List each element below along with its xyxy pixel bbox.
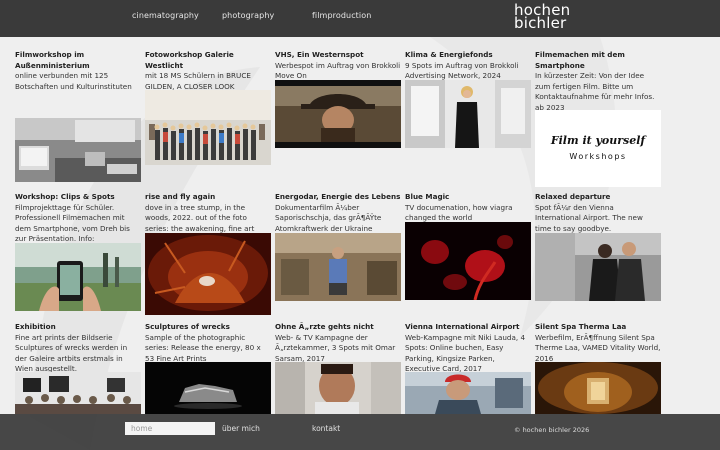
card-title: Workshop: Clips & Spots xyxy=(15,192,115,201)
card-title: Vienna International Airport xyxy=(405,322,520,331)
footer-bar: home über mich kontakt © hochen bichler … xyxy=(0,414,720,450)
card-title: Fotoworkshop Galerie Westlicht xyxy=(145,50,234,70)
thumbnail-westernspot[interactable] xyxy=(275,80,401,148)
card-relaxed-departure[interactable]: Relaxed departure Spot fÃ¼r den Vienna I… xyxy=(535,192,661,234)
card-westernspot[interactable]: VHS, Ein Westernspot Werbespot im Auftra… xyxy=(275,50,401,82)
nav-filmproduction[interactable]: filmproduction xyxy=(312,11,371,20)
card-description: Web-Kampagne mit Niki Lauda, 4 Spots: On… xyxy=(405,332,526,374)
card-description: Fine art prints der Bildserie Sculptures… xyxy=(15,332,128,374)
footer-copyright: © hochen bichler 2026 xyxy=(514,426,590,434)
card-title: Ohne Ã„rzte gehts nicht xyxy=(275,322,374,331)
card-title: rise and fly again xyxy=(145,192,216,201)
card-title: Filmemachen mit dem Smartphone xyxy=(535,50,625,70)
thumbnail-fotoworkshop[interactable] xyxy=(145,90,271,165)
workshop-logo-title: Film it yourself xyxy=(550,134,646,147)
nav-photography[interactable]: photography xyxy=(222,11,274,20)
thumbnail-energodar[interactable] xyxy=(275,233,401,301)
footer-contact-link[interactable]: kontakt xyxy=(312,424,340,433)
thumbnail-blue-magic[interactable] xyxy=(405,222,531,300)
site-logo[interactable]: hochen bichler xyxy=(514,3,570,32)
card-klima[interactable]: Klima & Energiefonds 9 Spots im Auftrag … xyxy=(405,50,531,82)
card-description: Sample of the photographic series: Relea… xyxy=(145,332,261,363)
thumbnail-filmworkshop[interactable] xyxy=(15,118,141,182)
thumbnail-smartphone[interactable]: Film it yourself Workshops xyxy=(535,110,661,187)
thumbnail-vienna-airport[interactable] xyxy=(405,372,531,414)
card-title: VHS, Ein Westernspot xyxy=(275,50,364,59)
card-silent-spa[interactable]: Silent Spa Therma Laa Werbefilm, ErÃ¶ffn… xyxy=(535,322,661,364)
card-smartphone[interactable]: Filmemachen mit dem Smartphone In kürzes… xyxy=(535,50,661,113)
card-title: Relaxed departure xyxy=(535,192,611,201)
top-navigation-bar: cinematography photography filmproductio… xyxy=(0,0,720,37)
card-title: Silent Spa Therma Laa xyxy=(535,322,627,331)
card-description: Werbespot im Auftrag von Brokkoli Move O… xyxy=(275,60,401,81)
card-description: Spot fÃ¼r den Vienna International Airpo… xyxy=(535,202,643,233)
thumbnail-silent-spa[interactable] xyxy=(535,362,661,414)
card-description: Web- & TV Kampagne der Ã„rztekammer, 3 S… xyxy=(275,332,396,363)
card-description: Dokumentarfilm Ã¼ber Saporischschja, das… xyxy=(275,202,382,233)
card-description: 9 Spots im Auftrag von Brokkoli Advertis… xyxy=(405,60,519,81)
logo-line-2: bichler xyxy=(514,14,567,32)
footer-about-link[interactable]: über mich xyxy=(222,424,260,433)
card-exhibition[interactable]: Exhibition Fine art prints der Bildserie… xyxy=(15,322,141,375)
card-title: Energodar, Energie des Lebens xyxy=(275,192,401,201)
nav-cinematography[interactable]: cinematography xyxy=(132,11,199,20)
card-description: In kürzester Zeit: Von der Idee zum fert… xyxy=(535,71,655,112)
card-description: TV documenation, how viagra changed the … xyxy=(405,202,513,223)
thumbnail-clips-spots[interactable] xyxy=(15,243,141,311)
card-fotoworkshop[interactable]: Fotoworkshop Galerie Westlicht mit 18 MS… xyxy=(145,50,271,92)
card-title: Klima & Energiefonds xyxy=(405,50,493,59)
thumbnail-relaxed-departure[interactable] xyxy=(535,233,661,301)
card-title: Exhibition xyxy=(15,322,56,331)
card-vienna-airport[interactable]: Vienna International Airport Web-Kampagn… xyxy=(405,322,531,375)
card-blue-magic[interactable]: Blue Magic TV documenation, how viagra c… xyxy=(405,192,531,224)
card-filmworkshop[interactable]: Filmworkshop im Außenministerium online … xyxy=(15,50,141,92)
workshop-logo-subtitle: Workshops xyxy=(569,152,627,161)
card-description: Werbefilm, ErÃ¶ffnung Silent Spa Therme … xyxy=(535,332,661,363)
thumbnail-klima[interactable] xyxy=(405,80,531,148)
thumbnail-exhibition[interactable] xyxy=(15,372,141,414)
card-title: Filmworkshop im Außenministerium xyxy=(15,50,90,70)
card-aerzte[interactable]: Ohne Ã„rzte gehts nicht Web- & TV Kampag… xyxy=(275,322,401,364)
card-title: Blue Magic xyxy=(405,192,450,201)
card-description: mit 18 MS Schülern in BRUCE GILDEN, A CL… xyxy=(145,71,251,91)
card-sculptures[interactable]: Sculptures of wrecks Sample of the photo… xyxy=(145,322,271,364)
thumbnail-aerzte[interactable] xyxy=(275,362,401,414)
card-energodar[interactable]: Energodar, Energie des Lebens Dokumentar… xyxy=(275,192,401,234)
thumbnail-rise-and-fly[interactable] xyxy=(145,233,271,315)
footer-home-link[interactable]: home xyxy=(125,422,215,435)
card-title: Sculptures of wrecks xyxy=(145,322,230,331)
thumbnail-sculptures[interactable] xyxy=(145,362,271,414)
card-description: online verbunden mit 125 Botschaften und… xyxy=(15,71,132,91)
